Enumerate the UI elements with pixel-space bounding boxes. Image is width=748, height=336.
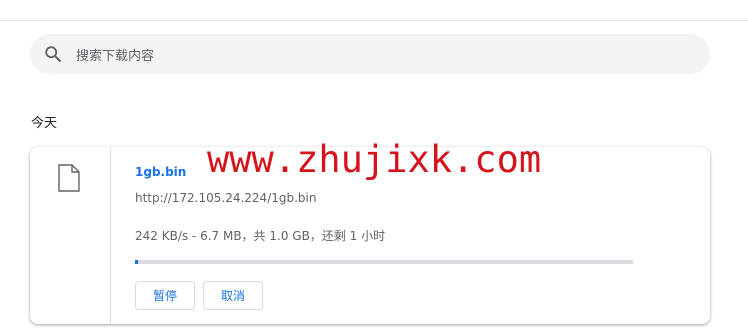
section-date-label: 今天	[31, 116, 58, 131]
file-icon	[58, 164, 80, 192]
cancel-button[interactable]: 取消	[203, 281, 263, 310]
download-progress-fill	[135, 260, 139, 264]
top-divider	[0, 20, 748, 21]
search-icon	[44, 45, 62, 63]
watermark-text: www.zhujixk.com	[207, 138, 542, 181]
download-url: http://172.105.24.224/1gb.bin	[135, 191, 317, 205]
pause-button[interactable]: 暂停	[135, 281, 195, 310]
download-status: 242 KB/s - 6.7 MB，共 1.0 GB，还剩 1 小时	[135, 229, 386, 243]
search-input[interactable]: 搜索下载内容	[76, 45, 154, 64]
search-bar[interactable]: 搜索下载内容	[30, 34, 710, 74]
download-progress-bar	[135, 260, 633, 264]
card-divider	[110, 147, 111, 324]
download-filename-link[interactable]: 1gb.bin	[135, 165, 186, 179]
